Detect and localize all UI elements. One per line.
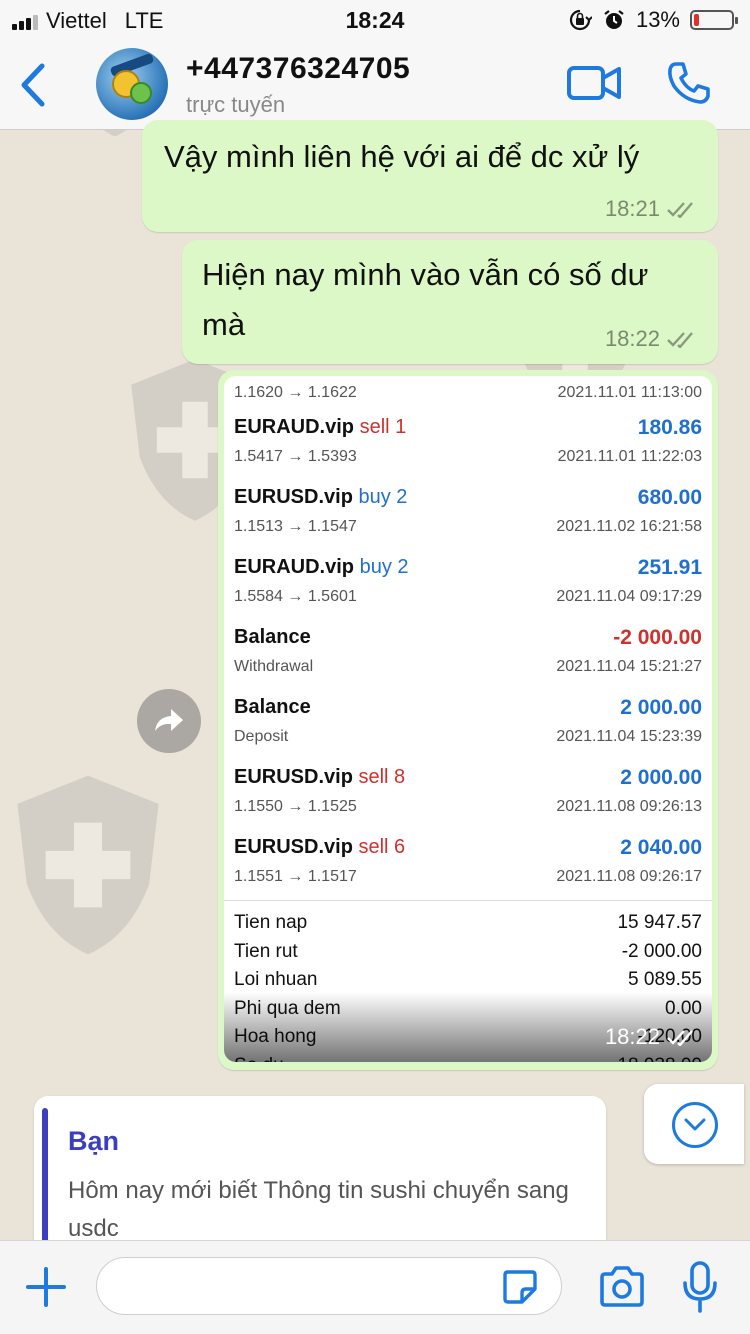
status-indicators: 13% [568,7,738,33]
trade-row: EURUSD.vip sell 8 2 000.00 1.1550 → 1.1525… [234,760,702,830]
video-call-icon[interactable] [566,62,622,104]
trade-symbol-name: Balance [234,696,311,718]
trade-symbol: EURUSD.vip sell 6 [234,836,405,859]
trade-row: EURUSD.vip sell 6 2 040.00 1.1551 → 1.1517… [234,830,702,900]
message-input[interactable] [117,1268,497,1306]
trade-detail: 1.1550 → 1.1525 [234,798,357,815]
trade-detail: Withdrawal [234,658,314,675]
battery-percent: 13% [635,7,680,32]
reply-text: Hôm nay mới biết Thông tin sushi chuyển … [68,1177,569,1242]
trade-symbol-name: EURUSD.vip [234,486,353,508]
summary-row: Tien rut -2 000.00 [234,941,702,969]
summary-divider [224,900,712,901]
trade-symbol: Balance [234,626,311,649]
summary-value: 5 089.55 [628,969,702,990]
trade-amount: 2 000.00 [620,696,702,719]
watermark-shield-icon [17,775,159,955]
trade-amount: 2 000.00 [620,766,702,789]
message-meta: 18:22 [605,326,698,352]
summary-label: Tien rut [234,940,298,962]
chevron-down-icon [672,1102,718,1148]
trade-direction: buy 2 [358,486,408,508]
trade-row: Balance -2 000.00 Withdrawal 2021.11.04 15… [234,620,702,690]
trade-direction: sell 8 [358,766,406,788]
trade-row: EURAUD.vip sell 1 180.86 1.5417 → 1.5393 20… [234,410,702,480]
alarm-icon [604,10,624,29]
trade-amount: 251.91 [637,556,702,579]
trade-datetime: 2021.11.01 11:13:00 [557,384,702,401]
trade-direction: buy 2 [359,556,409,578]
trade-datetime: 2021.11.04 15:23:39 [556,728,702,745]
double-check-icon [667,332,693,348]
reply-author: Bạn [68,1126,120,1156]
trade-detail: 1.5584 → 1.5601 [234,588,357,605]
rotation-lock-icon [569,9,592,31]
trade-detail: Deposit [234,728,289,745]
trade-datetime: 2021.11.04 15:21:27 [556,658,702,675]
camera-icon[interactable] [598,1265,646,1309]
trade-symbol-name: Balance [234,626,311,648]
double-check-icon [667,1030,693,1046]
message-time: 18:21 [604,196,660,221]
summary-value: -2 000.00 [621,940,702,962]
outgoing-message[interactable]: Vậy mình liên hệ với ai để dc xử lý 18:2… [142,120,718,232]
trade-symbol-name: EURAUD.vip [234,556,355,578]
forward-arrow-icon [155,709,183,731]
trade-datetime: 2021.11.04 09:17:29 [556,588,702,605]
trade-datetime: 2021.11.08 09:26:13 [556,798,702,815]
image-message[interactable]: 1.1620 → 1.1622 2021.11.01 11:13:00 EURA… [218,370,718,1070]
image-meta: 18:22 [605,1024,698,1050]
summary-label: Tien nap [234,912,308,933]
trade-detail: 1.1513 → 1.1547 [234,518,357,535]
trade-symbol: EURUSD.vip sell 8 [234,766,405,789]
message-time: 18:22 [604,326,660,351]
trade-symbol: EURAUD.vip buy 2 [234,556,409,579]
message-time: 18:22 [604,1024,660,1049]
contact-status: trực tuyến [186,92,286,117]
battery-icon [690,10,738,30]
outgoing-message[interactable]: Hiện nay mình vào vẫn có số dư mà 18:22 [182,240,718,364]
phone-call-icon[interactable] [666,60,712,106]
message-field[interactable] [96,1257,562,1315]
trade-amount: 2 040.00 [620,836,702,859]
trade-amount: -2 000.00 [613,626,702,649]
trade-symbol: EURAUD.vip sell 1 [234,416,406,439]
back-chevron-icon[interactable] [14,62,54,108]
summary-label: Loi nhuan [234,969,318,990]
trade-datetime: 2021.11.01 11:22:03 [557,448,702,465]
trade-row: EURAUD.vip buy 2 251.91 1.5584 → 1.5601 202… [234,550,702,620]
trade-symbol-name: EURUSD.vip [234,836,353,858]
trade-history-screenshot[interactable]: 1.1620 → 1.1622 2021.11.01 11:13:00 EURA… [224,376,712,1062]
trade-direction: sell 6 [358,836,406,858]
summary-value: 15 947.57 [617,912,702,933]
chat-header: +447376324705 trực tuyến [0,42,750,130]
trade-amount: 180.86 [637,416,702,439]
plus-icon[interactable] [24,1265,68,1309]
trade-row: EURUSD.vip buy 2 680.00 1.1513 → 1.1547 202… [234,480,702,550]
trade-direction: sell 1 [359,416,407,438]
trade-detail: 1.5417 → 1.5393 [234,448,357,465]
sticker-icon[interactable] [502,1269,538,1305]
trade-prices: 1.1620 → 1.1622 [234,384,357,401]
status-bar: Viettel LTE 18:24 13% [0,0,750,42]
trade-datetime: 2021.11.02 16:21:58 [556,518,702,535]
trade-symbol: Balance [234,696,311,719]
message-input-bar [0,1240,750,1334]
contact-avatar[interactable] [96,48,168,120]
contact-name[interactable]: +447376324705 [186,52,410,86]
trade-symbol: EURUSD.vip buy 2 [234,486,407,509]
trade-row: Balance 2 000.00 Deposit 2021.11.04 15:23:… [234,690,702,760]
summary-row: Tien nap 15 947.57 [234,912,702,940]
forward-button[interactable] [137,689,201,753]
trade-symbol-name: EURAUD.vip [234,416,355,438]
message-meta: 18:21 [605,196,698,222]
trade-amount: 680.00 [637,486,702,509]
double-check-icon [667,202,693,218]
trade-symbol-name: EURUSD.vip [234,766,353,788]
microphone-icon[interactable] [682,1261,718,1313]
trade-detail: 1.1551 → 1.1517 [234,868,357,885]
trade-datetime: 2021.11.08 09:26:17 [556,868,702,885]
message-text: Vậy mình liên hệ với ai để dc xử lý [164,139,640,174]
scroll-to-bottom-button[interactable] [644,1084,744,1164]
